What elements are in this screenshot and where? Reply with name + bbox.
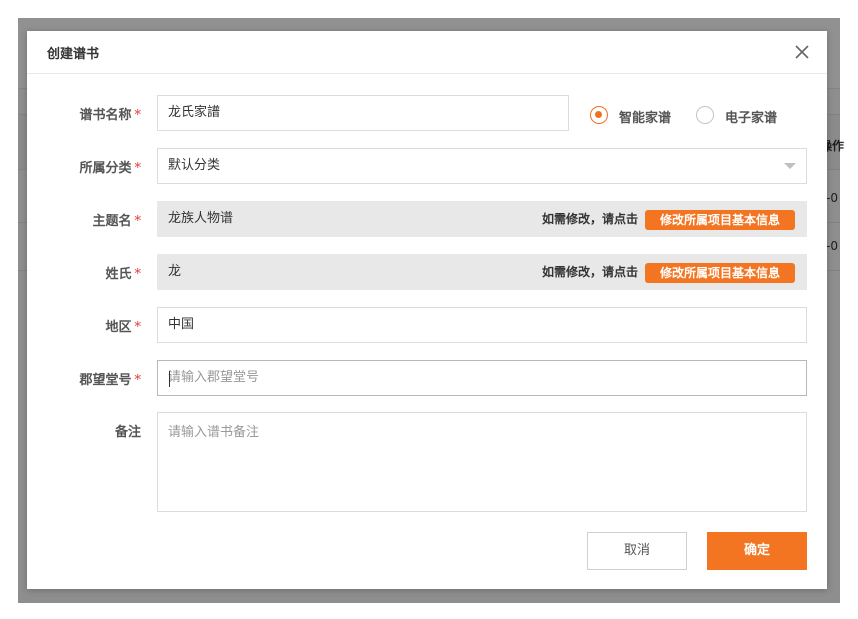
close-icon[interactable] bbox=[794, 44, 810, 60]
category-label: 所属分类 * bbox=[79, 161, 141, 176]
edit-hint-text: 如需修改，请点击 bbox=[541, 212, 638, 226]
cancel-button[interactable]: 取消 bbox=[587, 532, 687, 570]
region-input[interactable]: 中国 bbox=[157, 307, 807, 343]
radio-checked-icon bbox=[590, 106, 608, 124]
create-book-dialog: 创建谱书 谱书名称 * 龙氏家譜 智能家谱 电子家谱 所属分类 * 默认分类 主… bbox=[27, 31, 827, 589]
text-caret bbox=[169, 371, 170, 387]
region-label: 地区 * bbox=[105, 320, 141, 335]
theme-label: 主题名 * bbox=[92, 214, 141, 229]
remark-label: 备注 bbox=[114, 425, 141, 440]
dialog-title: 创建谱书 bbox=[47, 47, 100, 62]
surname-readonly-field: 龙 如需修改，请点击 修改所属项目基本信息 bbox=[157, 254, 807, 290]
edit-project-info-button[interactable]: 修改所属项目基本信息 bbox=[645, 263, 795, 283]
remark-textarea[interactable]: 请输入谱书备注 bbox=[157, 412, 807, 512]
name-label: 谱书名称 * bbox=[79, 108, 141, 123]
edit-project-info-button[interactable]: 修改所属项目基本信息 bbox=[645, 210, 795, 230]
category-select[interactable]: 默认分类 bbox=[157, 148, 807, 184]
hall-name-input[interactable]: 请输入郡望堂号 bbox=[157, 360, 807, 396]
book-name-input[interactable]: 龙氏家譜 bbox=[157, 95, 569, 131]
theme-readonly-field: 龙族人物谱 如需修改，请点击 修改所属项目基本信息 bbox=[157, 201, 807, 237]
surname-label: 姓氏 * bbox=[105, 267, 141, 282]
edit-hint-text: 如需修改，请点击 bbox=[541, 265, 638, 279]
dialog-header: 创建谱书 bbox=[27, 31, 827, 74]
radio-unchecked-icon bbox=[696, 106, 714, 124]
hall-label: 郡望堂号 * bbox=[79, 373, 141, 388]
chevron-down-icon bbox=[784, 163, 796, 169]
confirm-button[interactable]: 确定 bbox=[707, 532, 807, 570]
